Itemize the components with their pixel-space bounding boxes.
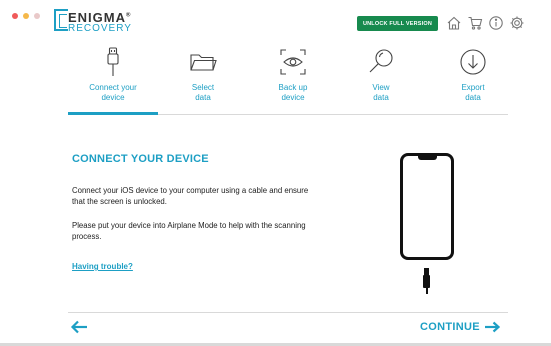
minimize-window-button[interactable] bbox=[23, 13, 29, 19]
active-step-indicator bbox=[68, 112, 158, 115]
step-view-data[interactable]: View data bbox=[336, 45, 426, 103]
step-label-line1: Select bbox=[191, 83, 215, 92]
having-trouble-link[interactable]: Having trouble? bbox=[72, 262, 133, 271]
cart-icon[interactable] bbox=[467, 15, 483, 31]
logo-registered-mark: ® bbox=[126, 12, 132, 19]
step-label-line2: device bbox=[101, 93, 125, 102]
step-label-line1: Export bbox=[461, 83, 485, 92]
download-icon bbox=[460, 49, 486, 75]
forward-arrow-icon bbox=[484, 321, 500, 333]
lightning-connector-icon bbox=[424, 268, 429, 275]
step-label-line1: Back up bbox=[278, 83, 308, 92]
page-title: CONNECT YOUR DEVICE bbox=[72, 153, 209, 165]
home-icon[interactable] bbox=[446, 15, 462, 31]
continue-label: CONTINUE bbox=[420, 321, 480, 333]
step-export-data[interactable]: Export data bbox=[428, 45, 518, 103]
step-label-line1: Connect your bbox=[89, 83, 137, 92]
eye-scan-icon bbox=[280, 49, 306, 75]
step-label-line2: device bbox=[281, 93, 305, 102]
instruction-connect: Connect your iOS device to your computer… bbox=[72, 186, 309, 206]
phone-icon bbox=[400, 153, 454, 260]
cable-wire bbox=[426, 288, 428, 294]
usb-cable-icon bbox=[107, 47, 119, 76]
step-select-data[interactable]: Select data bbox=[158, 45, 248, 103]
step-label-line2: data bbox=[195, 93, 211, 102]
step-label-line1: View bbox=[372, 83, 390, 92]
instruction-airplane-mode: Please put your device into Airplane Mod… bbox=[72, 221, 306, 241]
cable-plug bbox=[423, 275, 430, 288]
magnifier-icon bbox=[369, 49, 393, 73]
zoom-window-button[interactable] bbox=[34, 13, 40, 19]
info-icon[interactable] bbox=[488, 15, 504, 31]
gear-icon[interactable] bbox=[509, 15, 525, 31]
phone-illustration bbox=[396, 150, 460, 295]
step-back-up-device[interactable]: Back up device bbox=[248, 45, 338, 103]
back-arrow-icon[interactable] bbox=[70, 320, 88, 334]
app-window: ENIGMA® RECOVERY UNLOCK FULL VERSION Con… bbox=[0, 0, 551, 346]
footer-divider bbox=[68, 312, 508, 313]
window-controls bbox=[12, 13, 40, 19]
logo-subtitle: RECOVERY bbox=[68, 23, 132, 34]
phone-notch bbox=[418, 156, 437, 160]
step-connect-device[interactable]: Connect your device bbox=[68, 45, 158, 103]
continue-button[interactable]: CONTINUE bbox=[420, 321, 500, 333]
folder-icon bbox=[190, 54, 217, 71]
close-window-button[interactable] bbox=[12, 13, 18, 19]
unlock-full-version-button[interactable]: UNLOCK FULL VERSION bbox=[357, 16, 438, 31]
step-label-line2: data bbox=[465, 93, 481, 102]
logo-mark-icon bbox=[54, 9, 68, 31]
step-label-line2: data bbox=[373, 93, 389, 102]
